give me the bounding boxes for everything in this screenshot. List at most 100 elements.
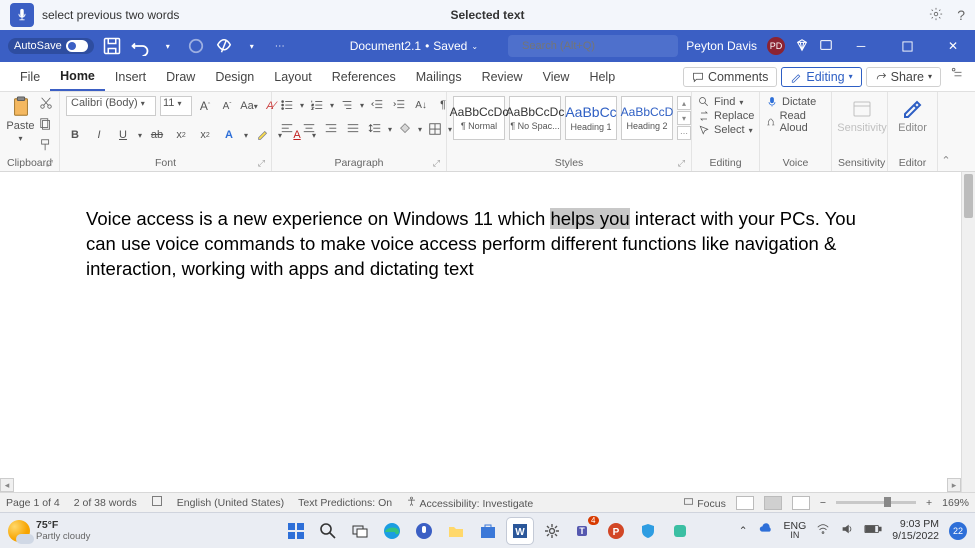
zoom-level[interactable]: 169% (942, 497, 969, 509)
select-button[interactable]: Select ▾ (698, 124, 754, 136)
styles-launcher-icon[interactable]: ⤢ (678, 158, 685, 169)
app-icon[interactable] (667, 518, 693, 544)
qat-dropdown-icon[interactable]: ▾ (242, 36, 262, 56)
text-effects-icon[interactable]: A (220, 126, 238, 144)
style-normal[interactable]: AaBbCcDc¶ Normal (453, 96, 505, 140)
close-button[interactable]: ✕ (935, 30, 971, 62)
status-words[interactable]: 2 of 38 words (74, 497, 137, 509)
multilevel-list-icon[interactable] (338, 96, 356, 114)
status-focus[interactable]: Focus (683, 496, 726, 510)
taskbar-search-icon[interactable] (315, 518, 341, 544)
diamond-icon[interactable] (795, 38, 809, 55)
align-center-icon[interactable] (300, 120, 318, 138)
start-icon[interactable] (283, 518, 309, 544)
sensitivity-button[interactable]: Sensitivity (838, 96, 886, 134)
cut-icon[interactable] (39, 96, 53, 113)
undo-dropdown-icon[interactable]: ▾ (158, 36, 178, 56)
style-no-spacing[interactable]: AaBbCcDc¶ No Spac... (509, 96, 561, 140)
maximize-button[interactable] (889, 30, 925, 62)
view-web-icon[interactable] (792, 496, 810, 510)
numbering-icon[interactable] (308, 96, 326, 114)
paragraph-launcher-icon[interactable]: ⤢ (433, 158, 440, 169)
comments-button[interactable]: Comments (683, 67, 777, 87)
superscript-icon[interactable]: x2 (196, 126, 214, 144)
search-input[interactable] (522, 40, 664, 52)
font-size-selector[interactable]: 11 ▾ (160, 96, 192, 116)
user-avatar[interactable]: PD (767, 37, 785, 55)
tab-mailings[interactable]: Mailings (406, 62, 472, 91)
find-button[interactable]: Find ▾ (698, 96, 754, 108)
voice-settings-icon[interactable] (929, 7, 943, 24)
tab-view[interactable]: View (533, 62, 580, 91)
read-aloud-button[interactable]: Read Aloud (766, 110, 825, 134)
battery-icon[interactable] (864, 523, 882, 538)
tab-file[interactable]: File (10, 62, 50, 91)
share-button[interactable]: Share▾ (866, 67, 941, 87)
qat-customize-icon[interactable]: ⋯ (270, 36, 290, 56)
zoom-in-icon[interactable]: + (926, 497, 932, 509)
search-box[interactable] (508, 35, 678, 57)
security-icon[interactable] (635, 518, 661, 544)
powerpoint-icon[interactable]: P (603, 518, 629, 544)
tray-overflow-icon[interactable]: ⌃ (739, 525, 748, 537)
wifi-icon[interactable] (816, 522, 830, 539)
hscroll-right-icon[interactable]: ▸ (947, 478, 961, 492)
replace-button[interactable]: Replace (698, 110, 754, 122)
status-accessibility[interactable]: Accessibility: Investigate (406, 496, 533, 510)
format-painter-icon[interactable] (39, 138, 53, 155)
minimize-button[interactable]: ─ (843, 30, 879, 62)
dictate-button[interactable]: Dictate (766, 96, 825, 108)
redo-icon[interactable] (186, 36, 206, 56)
tab-design[interactable]: Design (205, 62, 264, 91)
notifications-badge[interactable]: 22 (949, 522, 967, 540)
align-right-icon[interactable] (322, 120, 340, 138)
styles-down-icon[interactable]: ▾ (677, 111, 691, 125)
tab-draw[interactable]: Draw (156, 62, 205, 91)
settings-icon[interactable] (539, 518, 565, 544)
zoom-out-icon[interactable]: − (820, 497, 826, 509)
taskbar-clock[interactable]: 9:03 PM9/15/2022 (892, 519, 939, 542)
document-page[interactable]: Voice access is a new experience on Wind… (0, 172, 961, 492)
decrease-indent-icon[interactable] (368, 96, 386, 114)
clipboard-launcher-icon[interactable]: ⤢ (46, 158, 53, 169)
qat-extra-icon[interactable] (214, 36, 234, 56)
underline-icon[interactable]: U (114, 126, 132, 144)
teams-icon[interactable]: T4 (571, 518, 597, 544)
explorer-icon[interactable] (443, 518, 469, 544)
italic-icon[interactable]: I (90, 126, 108, 144)
editing-mode-button[interactable]: Editing▾ (781, 67, 861, 87)
user-name[interactable]: Peyton Davis (686, 39, 757, 53)
bold-icon[interactable]: B (66, 126, 84, 144)
style-heading-2[interactable]: AaBbCcDHeading 2 (621, 96, 673, 140)
styles-up-icon[interactable]: ▴ (677, 96, 691, 110)
subscript-icon[interactable]: x2 (172, 126, 190, 144)
tab-layout[interactable]: Layout (264, 62, 322, 91)
tab-review[interactable]: Review (472, 62, 533, 91)
language-indicator[interactable]: ENGIN (784, 521, 807, 541)
scrollbar-thumb[interactable] (964, 174, 973, 218)
status-language[interactable]: English (United States) (177, 497, 284, 509)
status-predictions[interactable]: Text Predictions: On (298, 497, 392, 509)
styles-more-icon[interactable]: ⋯ (677, 126, 691, 140)
change-case-icon[interactable]: Aa▾ (240, 97, 258, 115)
paste-button[interactable]: Paste ▾ (6, 96, 35, 143)
highlight-icon[interactable] (254, 126, 272, 144)
view-read-icon[interactable] (736, 496, 754, 510)
status-spell-icon[interactable] (151, 495, 163, 510)
edge-icon[interactable] (379, 518, 405, 544)
style-heading-1[interactable]: AaBbCcHeading 1 (565, 96, 617, 140)
grow-font-icon[interactable]: Aˆ (196, 97, 214, 115)
word-icon[interactable]: W (507, 518, 533, 544)
voice-access-app-icon[interactable] (411, 518, 437, 544)
font-name-selector[interactable]: Calibri (Body) ▾ (66, 96, 156, 116)
volume-icon[interactable] (840, 522, 854, 539)
justify-icon[interactable] (344, 120, 362, 138)
sort-icon[interactable]: A↓ (412, 96, 430, 114)
strikethrough-icon[interactable]: ab (148, 126, 166, 144)
ribbon-display-options-icon[interactable] (951, 67, 965, 87)
document-name[interactable]: Document2.1 • Saved ⌄ (350, 39, 478, 53)
align-left-icon[interactable] (278, 120, 296, 138)
increase-indent-icon[interactable] (390, 96, 408, 114)
undo-icon[interactable] (130, 36, 150, 56)
taskview-icon[interactable] (347, 518, 373, 544)
